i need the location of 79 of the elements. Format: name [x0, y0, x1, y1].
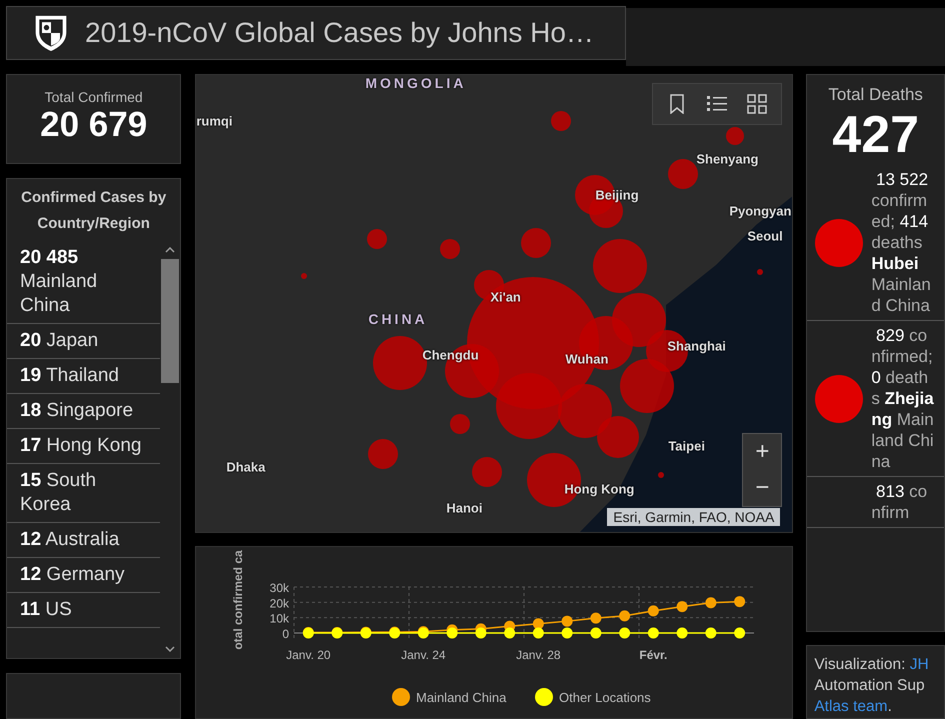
y-tick-label: 20k [270, 596, 290, 610]
country-list-item[interactable]: 19 Thailand [7, 359, 160, 394]
other-data-point [706, 628, 717, 638]
other-data-point [446, 628, 458, 638]
caret-down-icon[interactable] [165, 646, 176, 652]
mainland-data-point [590, 612, 602, 624]
y-tick-label: 30k [270, 581, 290, 595]
country-list-item[interactable]: 20 485 Mainland China [7, 241, 160, 324]
map-place-label: Shenyang [696, 152, 758, 166]
mainland-data-point [706, 597, 717, 608]
country-list-item[interactable]: 11 US [7, 593, 160, 628]
total-deaths-label: Total Deaths [828, 85, 923, 105]
x-tick-label: Janv. 28 [516, 648, 561, 662]
other-data-point [590, 628, 602, 638]
y-tick-label: 10k [270, 612, 290, 626]
mainland-data-point [648, 605, 660, 616]
other-data-point [303, 628, 314, 638]
mainland-data-point [734, 596, 746, 608]
country-list-item[interactable]: 15 South Korea [7, 464, 160, 523]
caret-up-icon[interactable] [165, 247, 176, 253]
other-data-point [332, 628, 343, 638]
map-place-label: Dhaka [226, 460, 266, 474]
map-place-label: Pyongyan [729, 204, 792, 218]
credits-link[interactable]: JH [910, 656, 929, 673]
dashboard-title: 2019-nCoV Global Cases by Johns Ho… [85, 17, 594, 49]
credits-text: Automation Sup [814, 677, 925, 694]
credits-text: . [888, 698, 892, 715]
map-place-label: Seoul [747, 228, 783, 244]
country-list-item[interactable]: 18 Singapore [7, 394, 160, 429]
map-place-label: Taipei [668, 438, 705, 454]
x-tick-label: Févr. [640, 648, 668, 662]
death-entry[interactable]: 813 confirm [807, 477, 944, 528]
map-place-label: rumqi [196, 114, 232, 128]
shield-logo-icon [33, 13, 69, 53]
list-icon[interactable] [707, 94, 728, 114]
death-entry-text: 13 522 confirmed; 414 deaths Hubei Mainland China [871, 169, 932, 316]
map-attribution: Esri, Garmin, FAO, NOAA [607, 508, 780, 526]
map-place-label: Wuhan [565, 352, 608, 366]
y-tick-label: 0 [282, 627, 290, 641]
country-list-heading: Confirmed Cases by Country/Region [20, 188, 168, 234]
country-list-item[interactable]: 12 Germany [7, 558, 160, 593]
legend-dot [535, 688, 554, 706]
other-data-point [360, 628, 372, 638]
grid-icon[interactable] [747, 94, 768, 114]
total-confirmed-value: 20 679 [40, 105, 148, 145]
map-place-label: CHINA [368, 311, 428, 327]
total-deaths-value: 427 [832, 105, 920, 165]
other-data-point [562, 628, 573, 638]
other-data-point [533, 628, 544, 638]
country-list-item[interactable]: 17 Hong Kong [7, 429, 160, 464]
total-confirmed-label: Total Confirmed [44, 89, 143, 105]
country-list-item[interactable]: 20 Japan [7, 324, 160, 359]
death-entry[interactable]: 13 522 confirmed; 414 deaths Hubei Mainland China [807, 165, 944, 321]
country-list-item[interactable]: 12 Australia [7, 523, 160, 558]
credits-text: Visualization: [814, 656, 906, 673]
death-entry-text: 829 confirmed; 0 deaths Zhejiang Mainland China [871, 325, 935, 472]
death-entry[interactable]: 829 confirmed; 0 deaths Zhejiang Mainland China [807, 321, 944, 477]
legend-label: Other Locations [559, 690, 652, 705]
map-place-label: Hanoi [446, 500, 482, 516]
death-entry-text: 813 confirm [871, 481, 928, 523]
other-data-point [476, 628, 487, 638]
legend-label: Mainland China [416, 690, 507, 705]
other-data-point [619, 628, 630, 638]
mainland-data-point [533, 618, 544, 630]
scrollbar-thumb[interactable] [161, 259, 180, 383]
mainland-data-point [619, 610, 630, 622]
mainland-data-point [676, 601, 688, 612]
map-place-label: Xi'an [490, 290, 521, 304]
x-tick-label: Janv. 24 [401, 648, 446, 662]
credits-link[interactable]: Atlas team [814, 698, 888, 715]
other-data-point [734, 628, 746, 638]
map-place-label: MONGOLIA [365, 75, 466, 91]
y-axis-label: otal confirmed ca [231, 550, 246, 650]
other-data-point [676, 628, 688, 638]
other-data-point [504, 628, 516, 638]
mainland-data-point [562, 616, 573, 627]
legend-dot [392, 688, 410, 706]
x-tick-label: Janv. 20 [286, 648, 331, 662]
other-data-point [648, 628, 660, 638]
